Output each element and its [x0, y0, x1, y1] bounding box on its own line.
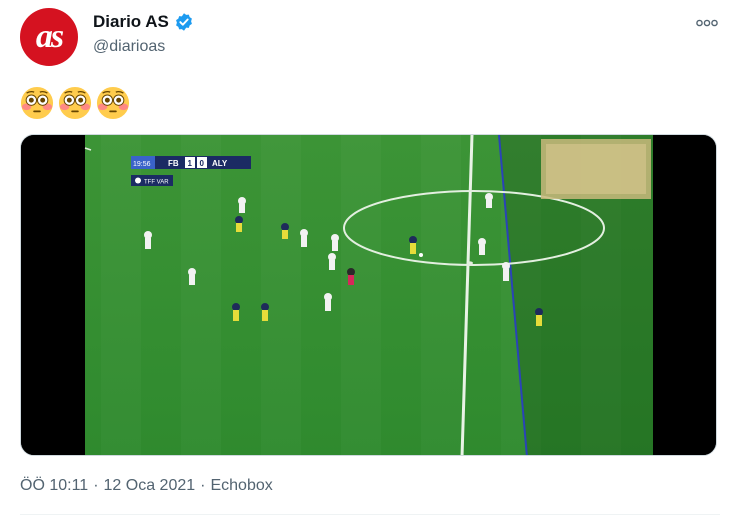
- ellipsis-icon: [696, 19, 718, 27]
- flushed-face-icon: [20, 86, 54, 120]
- tweet-meta: ÖÖ 10:11 · 12 Oca 2021 · Echobox: [20, 477, 273, 495]
- home-team: FB: [168, 159, 179, 168]
- football-pitch-frame: 19:56 FB 1 0 ALY TFF VAR: [21, 135, 716, 455]
- display-name[interactable]: Diario AS: [93, 12, 169, 32]
- tweet-date[interactable]: 12 Oca 2021: [104, 477, 196, 495]
- flushed-face-icon: [58, 86, 92, 120]
- avatar-logo-text: as: [35, 18, 64, 55]
- referee: [347, 268, 355, 285]
- tweet-card: as Diario AS @diarioas 19:56 FB 1 0 ALY …: [0, 0, 740, 518]
- avatar[interactable]: as: [20, 8, 78, 66]
- meta-separator: ·: [93, 477, 99, 494]
- var-tag: TFF VAR: [144, 180, 169, 186]
- flushed-face-icon: [96, 86, 130, 120]
- media-video[interactable]: 19:56 FB 1 0 ALY TFF VAR: [20, 134, 717, 456]
- author-block: Diario AS @diarioas: [93, 12, 194, 56]
- divider: [20, 514, 720, 515]
- away-score: 0: [200, 159, 205, 168]
- away-team: ALY: [212, 159, 228, 168]
- display-name-row: Diario AS: [93, 12, 194, 32]
- tweet-time[interactable]: ÖÖ 10:11: [20, 477, 88, 495]
- meta-separator: ·: [200, 477, 206, 494]
- match-clock: 19:56: [133, 161, 151, 168]
- handle[interactable]: @diarioas: [93, 38, 194, 56]
- tweet-text: [20, 86, 130, 120]
- more-options-button[interactable]: [694, 10, 720, 36]
- home-score: 1: [188, 159, 193, 168]
- verified-badge-icon: [175, 13, 192, 31]
- ball: [419, 253, 423, 257]
- tweet-source[interactable]: Echobox: [210, 477, 272, 495]
